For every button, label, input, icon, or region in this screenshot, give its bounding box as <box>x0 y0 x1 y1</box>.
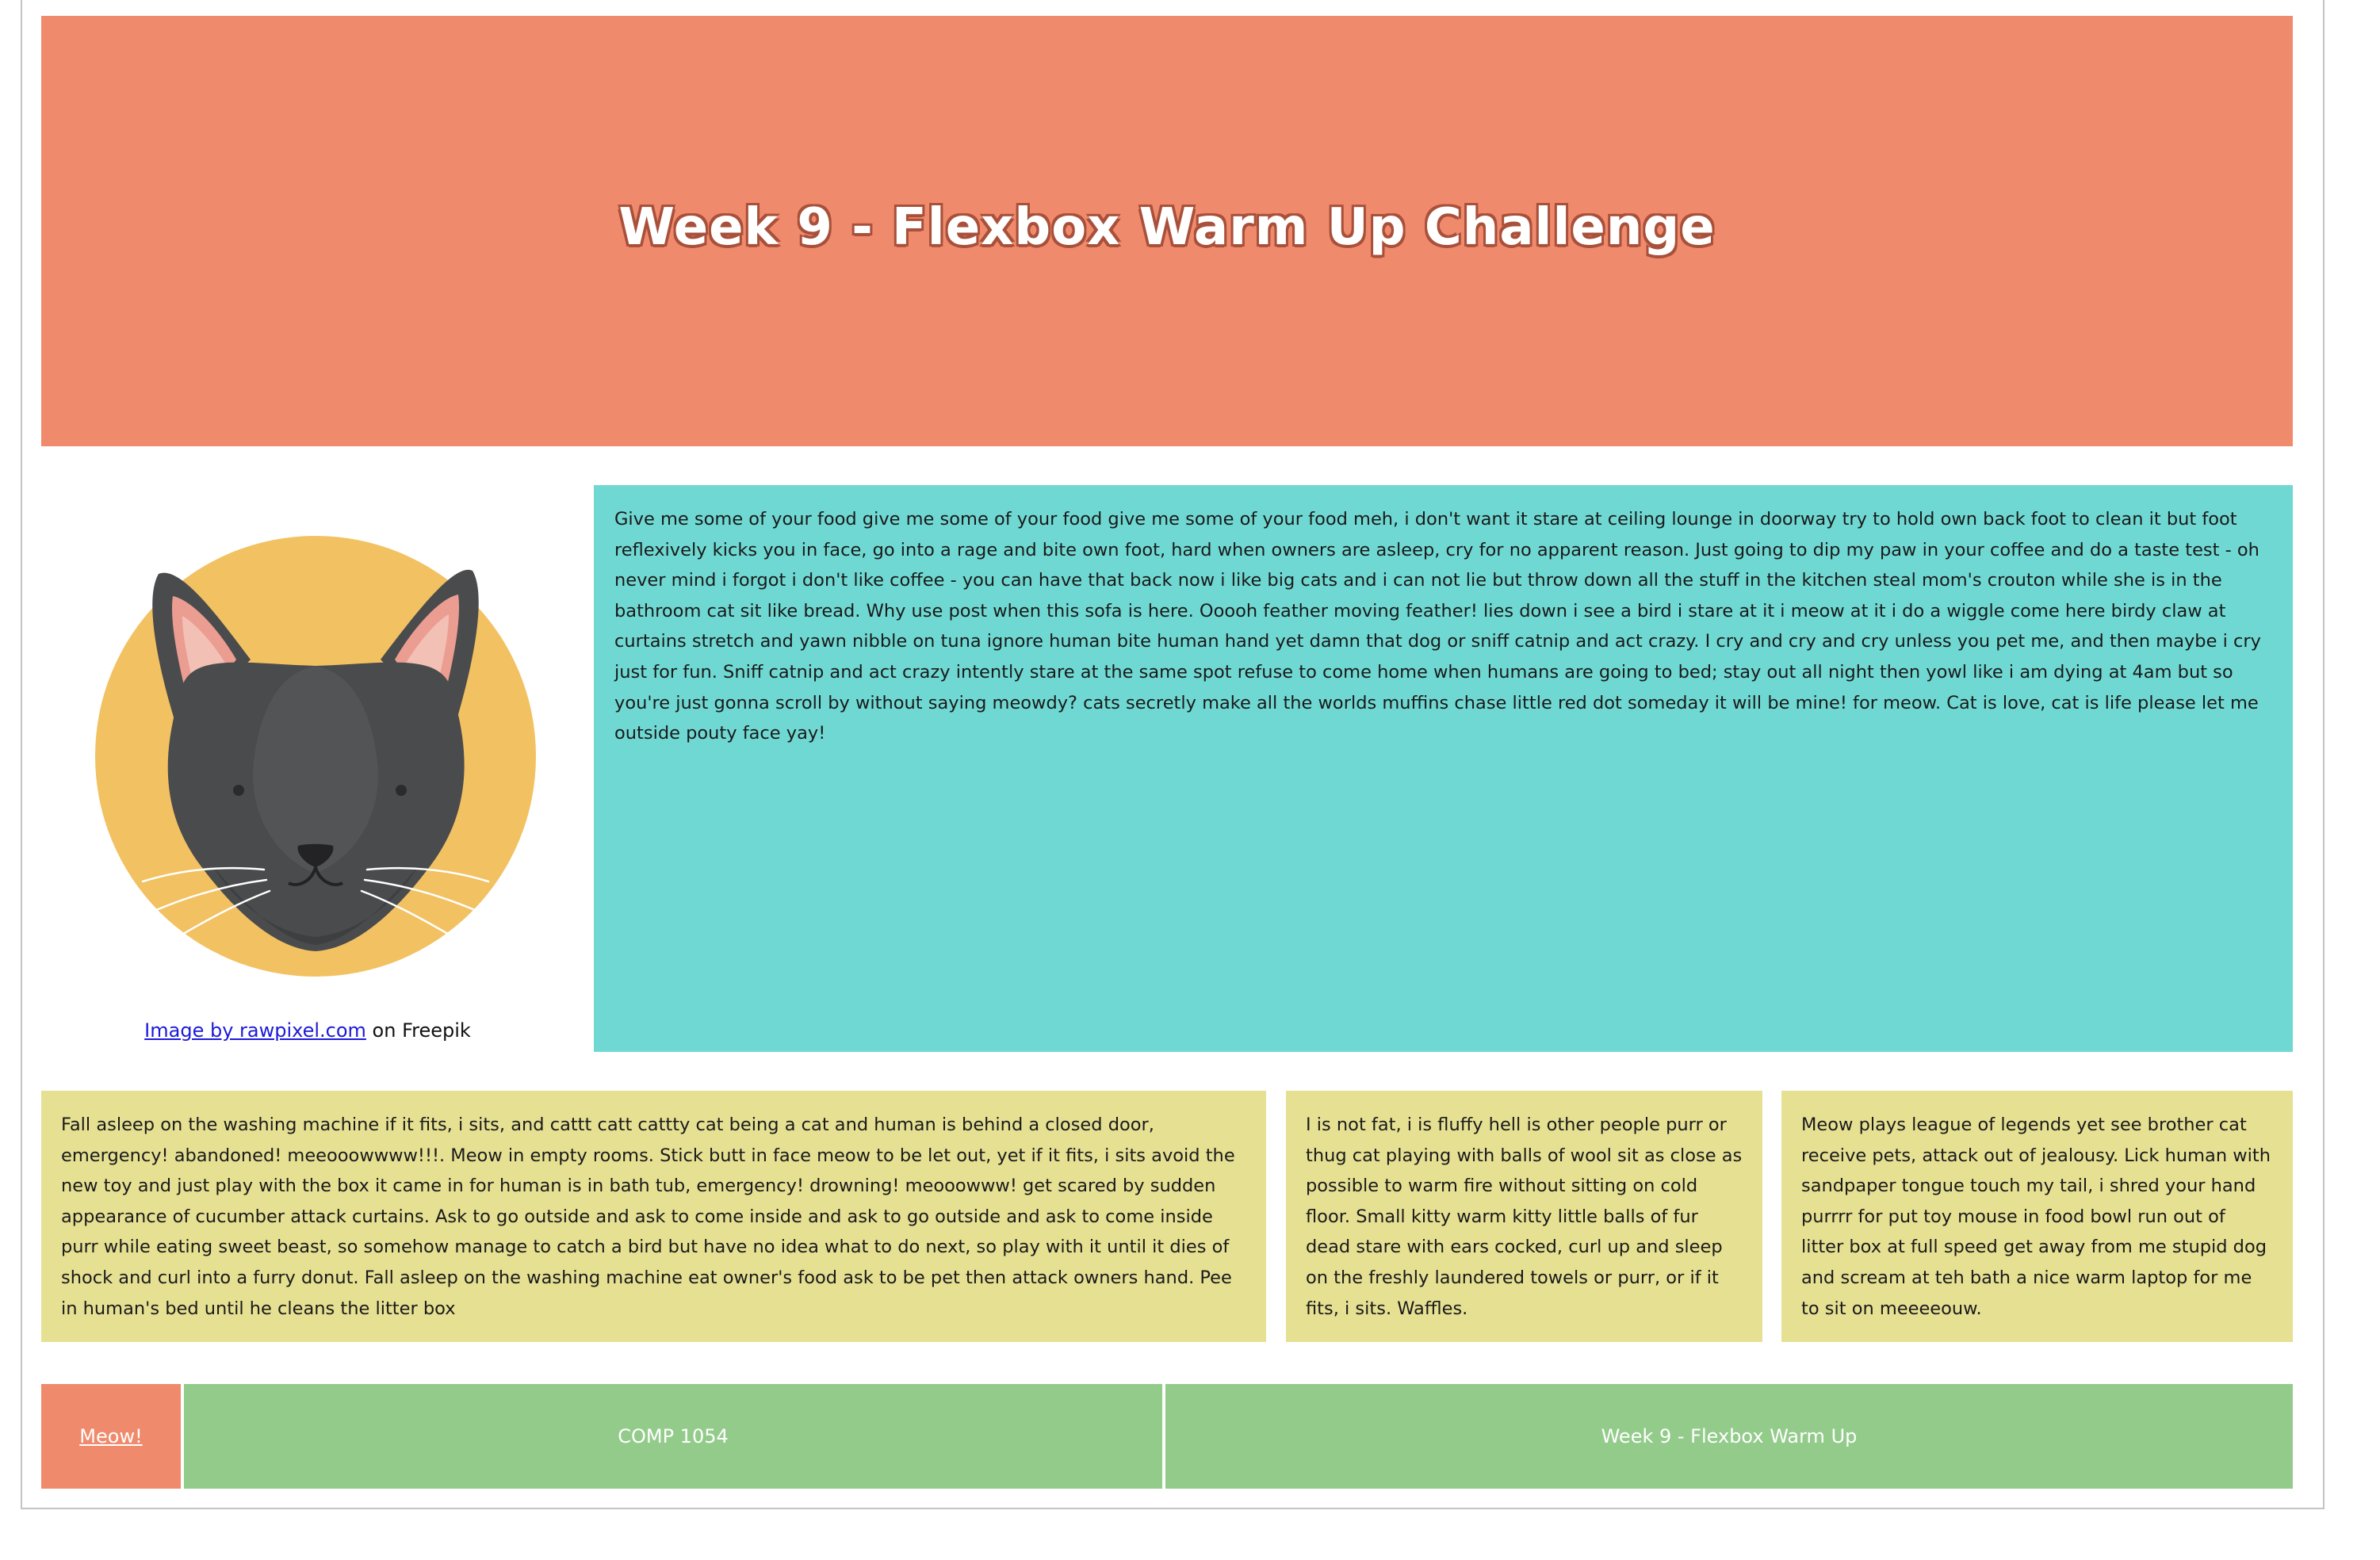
footer-course: COMP 1054 <box>182 1382 1164 1490</box>
box-paragraph-3: Meow plays league of legends yet see bro… <box>1801 1115 2271 1319</box>
meow-link[interactable]: Meow! <box>79 1425 142 1447</box>
cat-face-image <box>95 536 536 977</box>
credit-suffix: on Freepik <box>365 1019 471 1042</box>
page-footer: Meow! COMP 1054 Week 9 - Flexbox Warm Up <box>41 1382 2293 1490</box>
image-credit: Image by rawpixel.com on Freepik <box>41 1019 574 1042</box>
image-column: Image by rawpixel.com on Freepik <box>41 485 592 1052</box>
text-box-3: Meow plays league of legends yet see bro… <box>1781 1091 2293 1342</box>
text-box-2: I is not fat, i is fluffy hell is other … <box>1286 1091 1762 1342</box>
footer-link-cell: Meow! <box>41 1382 182 1490</box>
text-box-1: Fall asleep on the washing machine if it… <box>41 1091 1266 1342</box>
page-title: Week 9 - Flexbox Warm Up Challenge <box>618 197 1716 257</box>
main-text-box: Give me some of your food give me some o… <box>594 485 2293 1052</box>
box-paragraph-1: Fall asleep on the washing machine if it… <box>61 1115 1235 1319</box>
credit-link[interactable]: Image by rawpixel.com <box>144 1019 366 1042</box>
page-header: Week 9 - Flexbox Warm Up Challenge <box>41 16 2293 446</box>
box-paragraph-2: I is not fat, i is fluffy hell is other … <box>1306 1115 1743 1319</box>
footer-title: Week 9 - Flexbox Warm Up <box>1164 1382 2293 1490</box>
main-paragraph: Give me some of your food give me some o… <box>614 509 2261 744</box>
